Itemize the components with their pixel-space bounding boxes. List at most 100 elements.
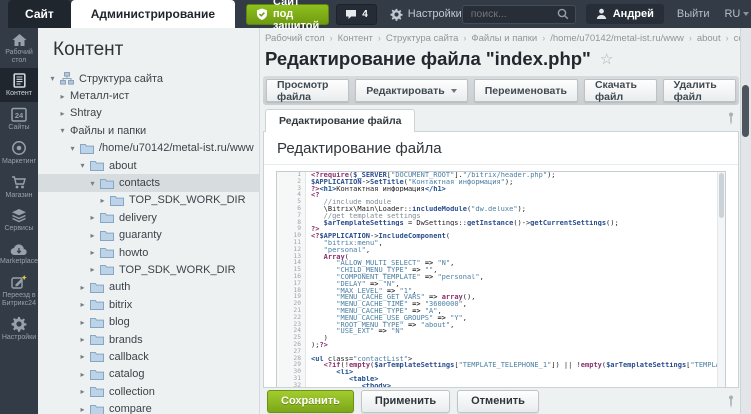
code-line: 17 "DELAY" => "N",: [277, 281, 725, 288]
tree-item-compare[interactable]: ▸compare: [38, 400, 259, 414]
pin-icon[interactable]: [727, 395, 735, 408]
chevron-right-icon[interactable]: ▸: [78, 370, 87, 379]
folder-icon: [100, 247, 114, 258]
breadcrumb-item[interactable]: /home/u70142/metal-ist.ru/www: [550, 33, 684, 44]
page-scrollbar-thumb[interactable]: [742, 85, 749, 137]
tree-item-about[interactable]: ▾about: [38, 157, 259, 174]
edit-button[interactable]: Редактировать: [355, 79, 468, 102]
chevron-right-icon[interactable]: ▸: [88, 248, 97, 257]
editor-scrollbar-thumb[interactable]: [719, 173, 724, 218]
code-editor[interactable]: 1<?require($_SERVER["DOCUMENT_ROOT"]."/b…: [276, 171, 726, 388]
tree-item-blog[interactable]: ▸blog: [38, 313, 259, 330]
code-lines[interactable]: 1<?require($_SERVER["DOCUMENT_ROOT"]."/b…: [277, 172, 725, 388]
breadcrumb-item[interactable]: about: [697, 33, 721, 44]
tree-item-structure[interactable]: ▾Структура сайта: [38, 70, 259, 87]
sidebar-item-marketing[interactable]: Маркетинг: [0, 135, 38, 170]
sidebar-item-label: Сайты: [8, 124, 29, 132]
chevron-right-icon[interactable]: ▸: [58, 109, 67, 118]
tree-item-label: collection: [109, 386, 155, 398]
chevron-right-icon[interactable]: ▸: [58, 92, 67, 101]
breadcrumb-item[interactable]: Рабочий стол: [265, 33, 325, 44]
tree-item-contacts[interactable]: ▾contacts: [38, 174, 259, 191]
settings-button[interactable]: Настройки: [390, 8, 462, 21]
notifications-badge[interactable]: 4: [336, 4, 377, 25]
chevron-right-icon[interactable]: ▸: [78, 300, 87, 309]
code-line: 16 "COMPONENT_TEMPLATE" => "personal",: [277, 274, 725, 281]
sidebar-item-marketplace[interactable]: Marketplace: [0, 237, 38, 270]
sidebar-item-bitrix24[interactable]: Переезд в Битрикс24: [0, 269, 38, 311]
tab-site[interactable]: Сайт: [8, 0, 71, 28]
sidebar-item-label: Магазин: [5, 192, 32, 200]
chevron-right-icon[interactable]: ▸: [78, 318, 87, 327]
sidebar-item-services[interactable]: Сервисы: [0, 203, 38, 237]
search-input[interactable]: [469, 7, 557, 21]
tree-item-bitrix[interactable]: ▸bitrix: [38, 296, 259, 313]
chevron-down-icon[interactable]: ▾: [88, 179, 97, 188]
chevron-right-icon[interactable]: ▸: [78, 352, 87, 361]
file-actions-toolbar: Просмотр файла Редактировать Переименовать…: [263, 76, 739, 105]
line-number: 2: [277, 179, 306, 186]
editor-scrollbar[interactable]: [717, 172, 725, 388]
tree-item-guaranty[interactable]: ▸guaranty: [38, 227, 259, 244]
chevron-right-icon[interactable]: ▸: [78, 283, 87, 292]
user-icon: [596, 8, 607, 20]
tab-file-edit[interactable]: Редактирование файла: [265, 109, 415, 132]
tree-item-delivery[interactable]: ▸delivery: [38, 209, 259, 226]
delete-file-button[interactable]: Удалить файл: [663, 79, 736, 102]
download-file-button[interactable]: Скачать файл: [584, 79, 657, 102]
tab-admin[interactable]: Администрирование: [71, 0, 235, 28]
sidebar-item-desktop[interactable]: Рабочий стол: [0, 28, 38, 68]
apply-button[interactable]: Применить: [361, 390, 450, 413]
sidebar-item-shop[interactable]: Магазин: [0, 170, 38, 204]
breadcrumb-item[interactable]: Структура сайта: [386, 33, 459, 44]
logout-link[interactable]: Выйти: [677, 8, 710, 20]
chevron-down-icon[interactable]: ▾: [58, 126, 67, 135]
favorite-star-icon[interactable]: ☆: [600, 52, 613, 67]
cancel-button[interactable]: Отменить: [457, 390, 539, 413]
chevron-right-icon[interactable]: ▸: [78, 387, 87, 396]
pin-icon[interactable]: [727, 112, 735, 125]
cart-icon: [11, 175, 28, 190]
save-button[interactable]: Сохранить: [267, 390, 354, 413]
tree-item-brands[interactable]: ▸brands: [38, 331, 259, 348]
tree-item-catalog[interactable]: ▸ catalog: [38, 366, 259, 383]
chevron-down-icon[interactable]: ▾: [68, 144, 77, 153]
page-scrollbar[interactable]: [740, 28, 751, 414]
chevron-right-icon[interactable]: ▸: [88, 213, 97, 222]
tree-item-metall-ist[interactable]: ▸Металл-ист: [38, 87, 259, 104]
tree-item-callback[interactable]: ▸callback: [38, 348, 259, 365]
folder-icon: [90, 160, 104, 171]
breadcrumb-item[interactable]: Файлы и папки: [471, 33, 537, 44]
chevron-down-icon[interactable]: ▾: [48, 74, 57, 83]
search-box[interactable]: [462, 5, 576, 24]
chevron-down-icon[interactable]: ▾: [78, 161, 87, 170]
tree-item-top-sdk-1[interactable]: ▸TOP_SDK_WORK_DIR: [38, 192, 259, 209]
code-text: <li>: [306, 369, 725, 376]
user-menu-button[interactable]: Андрей: [586, 4, 664, 24]
tree-item-auth[interactable]: ▸auth: [38, 279, 259, 296]
tree-item-label: catalog: [109, 368, 144, 380]
code-line: 7 //get template settings: [277, 213, 725, 220]
tree-item-www-root[interactable]: ▾/home/u70142/metal-ist.ru/www: [38, 140, 259, 157]
tree-item-howto[interactable]: ▸howto: [38, 244, 259, 261]
tree-item-top-sdk-2[interactable]: ▸TOP_SDK_WORK_DIR: [38, 261, 259, 278]
breadcrumb-item[interactable]: Контент: [338, 33, 373, 44]
language-selector[interactable]: RU: [724, 8, 749, 20]
chevron-right-icon[interactable]: ▸: [78, 405, 87, 414]
sidebar-item-content[interactable]: Контент: [0, 68, 38, 102]
line-number: 8: [277, 220, 306, 227]
chevron-right-icon[interactable]: ▸: [78, 335, 87, 344]
search-icon[interactable]: [557, 8, 569, 20]
language-label: RU: [724, 8, 740, 20]
sidebar-item-sites[interactable]: 24Сайты: [0, 102, 38, 136]
chevron-right-icon[interactable]: ▸: [98, 196, 107, 205]
tree-item-collection[interactable]: ▸ collection: [38, 383, 259, 400]
chevron-right-icon[interactable]: ▸: [88, 231, 97, 240]
tree-item-shtray[interactable]: ▸Shtray: [38, 105, 259, 122]
chevron-right-icon[interactable]: ▸: [88, 265, 97, 274]
tree-item-files[interactable]: ▾Файлы и папки: [38, 122, 259, 139]
sidebar-item-settings[interactable]: Настройки: [0, 311, 38, 346]
site-protected-button[interactable]: Сайт под защитой: [246, 4, 329, 25]
view-file-button[interactable]: Просмотр файла: [266, 79, 349, 102]
rename-button[interactable]: Переименовать: [474, 79, 578, 102]
